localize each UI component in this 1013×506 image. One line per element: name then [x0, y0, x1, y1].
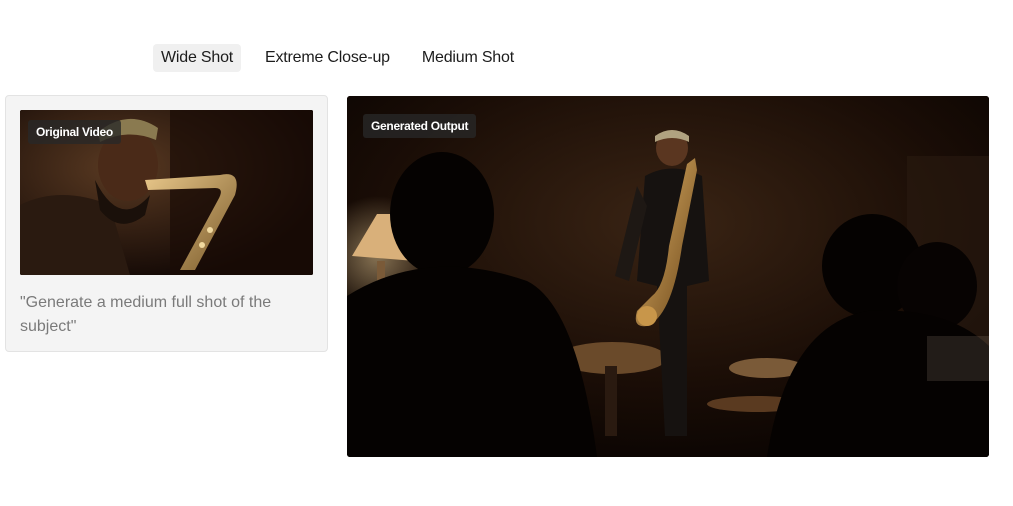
generated-output-image	[347, 96, 989, 457]
source-card: Original Video "Generate a medium full s…	[5, 95, 328, 352]
original-video-badge: Original Video	[28, 120, 121, 144]
tab-wide-shot[interactable]: Wide Shot	[153, 44, 242, 72]
tab-extreme-close-up[interactable]: Extreme Close-up	[257, 44, 398, 72]
shot-type-tabs: Wide Shot Extreme Close-up Medium Shot	[153, 44, 522, 72]
tab-medium-shot[interactable]: Medium Shot	[414, 44, 522, 72]
generation-prompt: "Generate a medium full shot of the subj…	[20, 294, 272, 335]
generated-output-badge: Generated Output	[363, 114, 477, 138]
original-video-thumbnail[interactable]: Original Video	[20, 110, 313, 275]
generated-output-video[interactable]: Generated Output	[347, 96, 989, 457]
